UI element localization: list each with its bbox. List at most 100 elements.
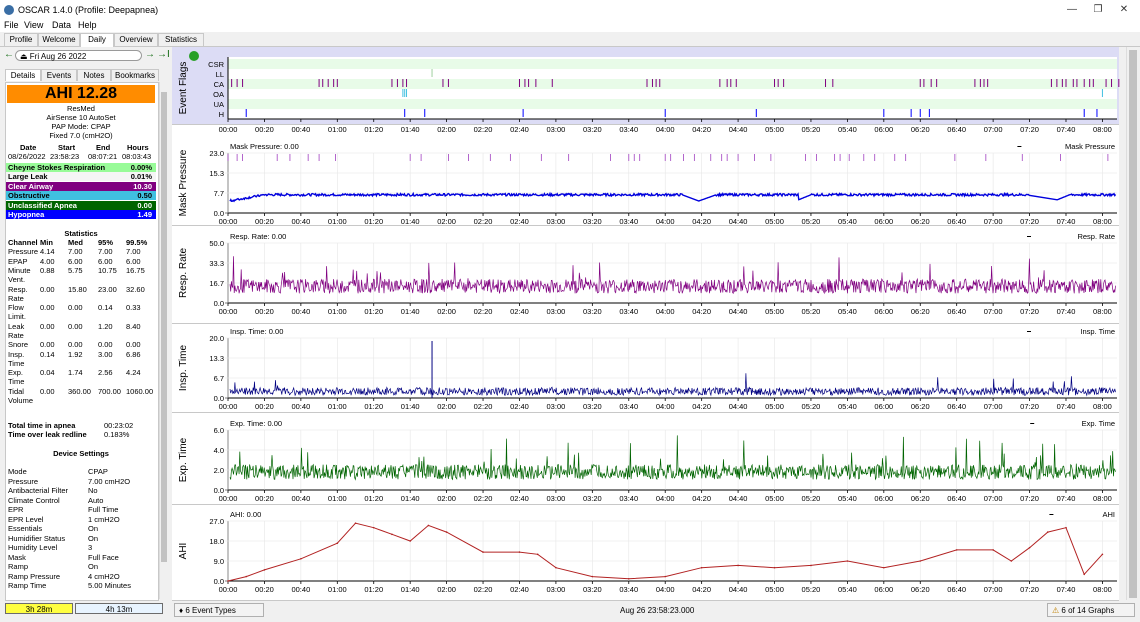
event-index-row[interactable]: Unclassified Apnea 0.00 bbox=[6, 200, 156, 210]
x-tick-label: 06:00 bbox=[874, 125, 893, 134]
subtab-details[interactable]: Details bbox=[5, 69, 41, 81]
stats-value: 0.04 bbox=[40, 368, 55, 377]
ahi-point bbox=[482, 551, 484, 553]
next-day-arrow-icon[interactable]: → bbox=[145, 49, 155, 60]
tab-overview[interactable]: Overview bbox=[114, 33, 158, 46]
event-types-dropdown[interactable]: ♦ 6 Event Types bbox=[174, 603, 264, 617]
x-tick-label: 05:20 bbox=[802, 125, 821, 134]
y-tick-label: 33.3 bbox=[209, 259, 224, 268]
graph-scrollbar[interactable] bbox=[1126, 47, 1139, 600]
stats-value: 0.00 bbox=[68, 321, 83, 331]
stats-value: 32.60 bbox=[126, 284, 145, 294]
flag-row-label: OA bbox=[213, 90, 224, 99]
stats-value: 0.14 bbox=[98, 303, 113, 312]
flag-row-band bbox=[228, 59, 1117, 69]
x-tick-label: 00:40 bbox=[291, 217, 310, 225]
x-tick-label: 00:20 bbox=[255, 217, 274, 225]
x-tick-label: 07:20 bbox=[1020, 494, 1039, 503]
menu-help[interactable]: Help bbox=[78, 20, 97, 30]
stats-value: 6.00 bbox=[126, 256, 141, 266]
subtab-notes[interactable]: Notes bbox=[77, 69, 111, 81]
ahi-point bbox=[700, 566, 703, 569]
x-tick-label: 06:20 bbox=[911, 125, 930, 134]
event-index-row[interactable]: Hypopnea 1.49 bbox=[6, 210, 156, 219]
last-day-arrow-icon[interactable]: →I bbox=[157, 49, 170, 60]
tab-welcome[interactable]: Welcome bbox=[38, 33, 80, 46]
tab-profile[interactable]: Profile bbox=[4, 33, 38, 46]
graph-scroll-thumb[interactable] bbox=[1129, 50, 1137, 598]
graphs-count-label: 6 of 14 Graphs bbox=[1061, 606, 1115, 615]
device-settings-table: Mode CPAP Pressure 7.00 cmH2O Antibacterial … bbox=[6, 467, 156, 597]
stats-channel-name: Snore bbox=[8, 340, 29, 349]
menu-view[interactable]: View bbox=[24, 20, 43, 30]
x-tick-label: 07:40 bbox=[1057, 494, 1076, 503]
x-tick-label: 06:20 bbox=[911, 402, 930, 411]
sidebar-scroll-thumb[interactable] bbox=[161, 92, 167, 562]
ahi-point bbox=[1083, 573, 1086, 576]
event-index-row[interactable]: Cheyne Stokes Respiration 0.00% bbox=[6, 163, 156, 172]
tab-daily[interactable]: Daily bbox=[80, 33, 114, 47]
x-tick-label: 07:00 bbox=[984, 402, 1003, 411]
stats-value: 6.00 bbox=[98, 256, 113, 266]
graph-ahi[interactable]: 00:00 00:20 00:40 01:00 01:20 01:40 02:00 02:20… bbox=[172, 507, 1119, 601]
graph-exp-time[interactable]: 00:00 00:20 00:40 01:00 01:20 01:40 02:00 02:20… bbox=[172, 416, 1119, 505]
x-tick-label: 03:20 bbox=[583, 402, 602, 411]
ahi-point bbox=[810, 564, 812, 567]
menu-data[interactable]: Data bbox=[52, 20, 71, 30]
x-tick-label: 01:00 bbox=[328, 307, 347, 316]
stats-value: 0.33 bbox=[126, 303, 141, 312]
x-tick-label: 01:20 bbox=[364, 402, 383, 411]
graphs-dropdown[interactable]: ⚠ 6 of 14 Graphs bbox=[1047, 603, 1135, 617]
time-segment-left[interactable]: 3h 28m bbox=[5, 603, 73, 614]
event-index-row[interactable]: Large Leak 0.01% bbox=[6, 172, 156, 182]
x-tick-label: 05:20 bbox=[802, 217, 821, 225]
pressure-setting: Fixed 7.0 (cmH2O) bbox=[49, 131, 113, 140]
device-setting-key: Mode bbox=[8, 467, 27, 476]
x-tick-label: 04:40 bbox=[729, 402, 748, 411]
menu-file[interactable]: File bbox=[4, 20, 19, 30]
ahi-point bbox=[391, 533, 393, 536]
x-tick-label: 05:00 bbox=[765, 494, 784, 503]
close-button[interactable]: ✕ bbox=[1112, 3, 1136, 17]
minimize-button[interactable]: — bbox=[1060, 3, 1084, 17]
stats-value: 0.14 bbox=[40, 349, 55, 359]
ahi-point bbox=[445, 531, 448, 533]
session-table: Date Start End Hours 08/26/2022 23:58:23… bbox=[6, 143, 156, 161]
prev-day-arrow-icon[interactable]: ← bbox=[4, 49, 14, 60]
event-index-row[interactable]: Obstructive 0.50 bbox=[6, 191, 156, 201]
stats-value: 8.40 bbox=[126, 321, 141, 331]
graph-resp-rate[interactable]: 00:00 00:20 00:40 01:00 01:20 01:40 02:00 02:20… bbox=[172, 229, 1119, 324]
x-tick-label: 02:40 bbox=[510, 585, 529, 594]
time-segment-right[interactable]: 4h 13m bbox=[75, 603, 163, 614]
event-index-row[interactable]: Clear Airway 10.30 bbox=[6, 181, 156, 191]
subtab-events[interactable]: Events bbox=[41, 69, 77, 81]
graph-insp-time[interactable]: 00:00 00:20 00:40 01:00 01:20 01:40 02:00 02:20… bbox=[172, 324, 1119, 413]
time-summary-bar: 3h 28m 4h 13m bbox=[5, 602, 165, 616]
total-apnea-value: 00:23:02 bbox=[104, 421, 134, 430]
device-setting-key: EPR bbox=[8, 505, 24, 514]
stats-value: 360.00 bbox=[68, 386, 91, 396]
y-tick-label: 4.0 bbox=[214, 446, 224, 455]
x-tick-label: 07:00 bbox=[984, 217, 1003, 225]
x-tick-label: 01:20 bbox=[364, 307, 383, 316]
x-tick-label: 04:00 bbox=[656, 217, 675, 225]
x-tick-label: 03:40 bbox=[619, 125, 638, 134]
sidebar-scrollbar[interactable] bbox=[159, 82, 168, 599]
x-tick-label: 05:40 bbox=[838, 494, 857, 503]
x-tick-label: 07:00 bbox=[984, 307, 1003, 316]
device-setting-value: 1 cmH2O bbox=[88, 514, 120, 524]
subtab-bookmarks[interactable]: Bookmarks bbox=[111, 69, 159, 81]
maximize-button[interactable]: ❐ bbox=[1086, 3, 1110, 17]
stats-channel-name: Limit. bbox=[8, 312, 26, 321]
x-tick-label: 04:00 bbox=[656, 494, 675, 503]
x-tick-label: 01:00 bbox=[328, 402, 347, 411]
graph-event-flags[interactable]: CSR LL CA OA UA H Event Flags 00:00 00:20 00:40 01… bbox=[172, 47, 1120, 134]
pin-icon[interactable] bbox=[189, 51, 199, 61]
graph-mask-pressure[interactable]: 00:00 00:20 00:40 01:00 01:20 01:40 02:00 02:20… bbox=[172, 137, 1119, 226]
x-tick-label: 07:40 bbox=[1057, 585, 1076, 594]
x-tick-label: 06:00 bbox=[874, 494, 893, 503]
x-tick-label: 05:20 bbox=[802, 307, 821, 316]
date-picker[interactable]: ⏏ Fri Aug 26 2022 bbox=[15, 50, 142, 61]
x-tick-label: 02:40 bbox=[510, 217, 529, 225]
tab-statistics[interactable]: Statistics bbox=[158, 33, 204, 46]
